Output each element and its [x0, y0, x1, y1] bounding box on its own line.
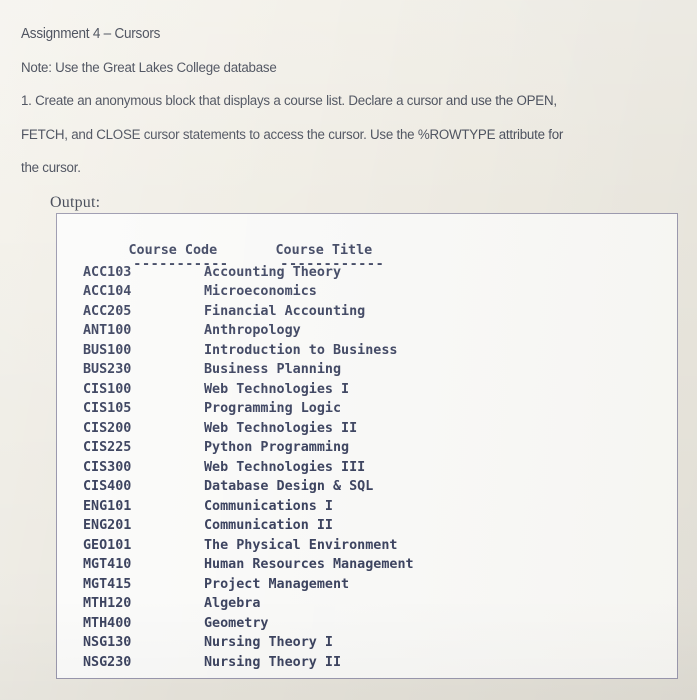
assignment-prose: Assignment 4 – Cursors Note: Use the Gre…: [21, 18, 681, 186]
console-rows: ACC103 Accounting Theory ACC104 Microeconom…: [57, 263, 677, 673]
table-row: CIS105 Programming Logic: [57, 399, 677, 419]
table-row: MGT410 Human Resources Management: [57, 555, 677, 575]
cell-course-title: Communication II: [204, 518, 333, 533]
instruction-line-3: the cursor.: [21, 160, 81, 176]
cell-course-title: Web Technologies I: [204, 381, 350, 397]
table-row: CIS225 Python Programming: [57, 438, 677, 458]
cell-course-title: Microeconomics: [204, 284, 317, 299]
table-row: ACC205 Financial Accounting: [57, 302, 677, 322]
cell-course-title: Geometry: [204, 615, 269, 631]
cell-course-title: Algebra: [204, 596, 261, 611]
cell-course-code: GEO101: [83, 537, 132, 553]
cell-course-code: MGT410: [83, 557, 132, 572]
cell-course-title: Business Planning: [204, 362, 342, 377]
table-row: CIS300 Web Technologies III: [57, 458, 677, 478]
console-output-box: Course Code Course Title ----------- -----…: [56, 213, 678, 679]
cell-course-title: Web Technologies III: [204, 459, 366, 475]
cell-course-title: Programming Logic: [204, 401, 342, 416]
cell-course-code: CIS200: [83, 420, 132, 436]
cell-course-code: ACC103: [83, 264, 132, 280]
table-row: NSG130 Nursing Theory I: [57, 633, 677, 653]
table-row: GEO101 The Physical Environment: [57, 536, 677, 556]
cell-course-title: Accounting Theory: [204, 264, 342, 280]
cell-course-code: CIS300: [83, 459, 132, 475]
assignment-title: Assignment 4 – Cursors: [21, 26, 161, 42]
table-row: ENG101 Communications I: [57, 497, 677, 517]
table-row: BUS230 Business Planning: [57, 360, 677, 380]
table-row: ENG201 Communication II: [57, 516, 677, 536]
instruction-line-2: FETCH, and CLOSE cursor statements to ac…: [21, 126, 564, 143]
cell-course-title: Database Design & SQL: [204, 479, 374, 494]
document-sheet: Assignment 4 – Cursors Note: Use the Gre…: [0, 0, 697, 700]
cell-course-title: The Physical Environment: [204, 537, 398, 553]
instruction-line-1: 1. Create an anonymous block that displa…: [21, 93, 557, 109]
cell-course-title: Introduction to Business: [204, 342, 398, 358]
table-row: ACC104 Microeconomics: [57, 282, 677, 302]
cell-course-code: BUS230: [83, 362, 132, 377]
table-row: CIS100 Web Technologies I: [57, 380, 677, 400]
cell-course-title: Python Programming: [204, 440, 350, 455]
table-row: MGT415 Project Management: [57, 575, 677, 595]
cell-course-code: MTH120: [83, 596, 132, 611]
output-label: Output:: [50, 194, 101, 211]
table-row: CIS400 Database Design & SQL: [57, 477, 677, 497]
table-row: MTH400 Geometry: [57, 614, 677, 634]
cell-course-code: CIS225: [83, 440, 132, 455]
cell-course-code: MGT415: [83, 576, 132, 592]
console-content: Course Code Course Title ----------- -----…: [57, 221, 677, 672]
cell-course-title: Nursing Theory I: [204, 635, 333, 650]
table-row: ANT100 Anthropology: [57, 321, 677, 341]
cell-course-title: Web Technologies II: [204, 420, 358, 436]
table-row: NSG230 Nursing Theory II: [57, 653, 677, 673]
cell-course-code: CIS105: [83, 401, 132, 416]
console-header-row: Course Code Course Title: [57, 221, 677, 258]
cell-course-code: ACC205: [83, 303, 132, 319]
cell-course-title: Communications I: [204, 498, 333, 514]
cell-course-code: CIS400: [83, 479, 132, 494]
cell-course-code: ENG201: [83, 518, 132, 533]
cell-course-title: Financial Accounting: [204, 303, 366, 319]
cell-course-title: Anthropology: [204, 323, 301, 338]
cell-course-code: ACC104: [83, 284, 132, 299]
cell-course-title: Nursing Theory II: [204, 654, 342, 670]
cell-course-code: NSG130: [83, 635, 132, 650]
cell-course-code: BUS100: [83, 342, 132, 358]
cell-course-code: ANT100: [83, 323, 132, 338]
assignment-note: Note: Use the Great Lakes College databa…: [21, 59, 277, 76]
cell-course-code: MTH400: [83, 615, 132, 631]
cell-course-title: Project Management: [204, 576, 350, 592]
table-row: BUS100 Introduction to Business: [57, 341, 677, 361]
table-row: CIS200 Web Technologies II: [57, 419, 677, 439]
table-row: MTH120 Algebra: [57, 594, 677, 614]
cell-course-code: NSG230: [83, 654, 132, 670]
cell-course-code: CIS100: [83, 381, 132, 397]
cell-course-code: ENG101: [83, 498, 132, 514]
cell-course-title: Human Resources Management: [204, 557, 414, 572]
